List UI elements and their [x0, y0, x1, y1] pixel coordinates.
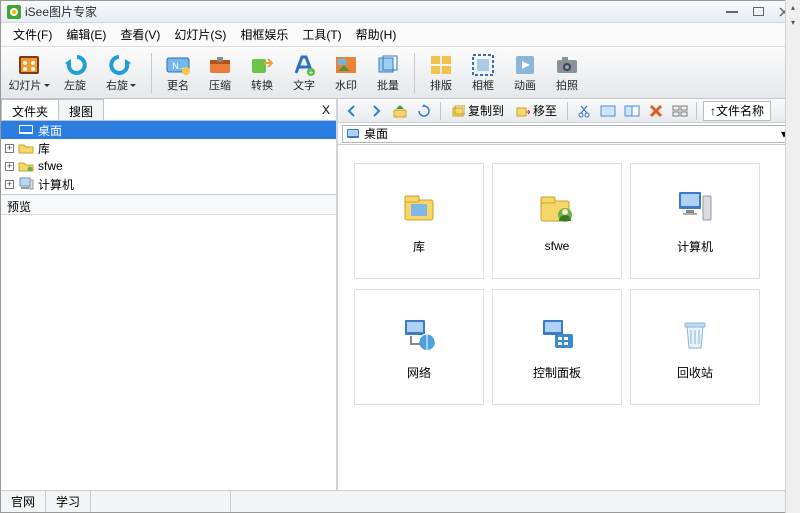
toolbar-anim-button[interactable]: 动画 — [507, 50, 543, 96]
path-text: 桌面 — [364, 125, 388, 142]
folder-user-icon — [18, 159, 34, 173]
grid-item-5[interactable]: 回收站 — [630, 289, 760, 405]
rot-l-icon — [63, 53, 87, 77]
status-link-learn[interactable]: 学习 — [46, 491, 91, 512]
batch-icon — [376, 53, 400, 77]
tree-node-3[interactable]: +计算机 — [1, 175, 336, 193]
toolbar-batch-button[interactable]: 批量 — [370, 50, 406, 96]
status-bar: 官网 学习 — [1, 490, 799, 512]
item-grid: 库sfwe计算机网络控制面板回收站 — [338, 145, 799, 490]
toolbar-compress-button[interactable]: 压缩 — [202, 50, 238, 96]
menu-item-1[interactable]: 编辑(E) — [60, 24, 112, 45]
grid-item-4[interactable]: 控制面板 — [492, 289, 622, 405]
tabs-close-button[interactable]: X — [316, 99, 336, 120]
expander-icon — [5, 126, 14, 135]
menubar: 文件(F)编辑(E)查看(V)幻灯片(S)相框娱乐工具(T)帮助(H) — [1, 23, 799, 47]
left-tabs: 文件夹 搜图 X — [1, 99, 336, 121]
delete-button[interactable] — [646, 101, 666, 121]
svg-text:N..: N.. — [172, 61, 184, 71]
grid-item-1[interactable]: sfwe — [492, 163, 622, 279]
camera-icon — [555, 53, 579, 77]
maximize-button[interactable] — [749, 5, 767, 19]
libfolder-icon — [399, 188, 439, 228]
text-icon: + — [292, 53, 316, 77]
path-field[interactable]: 桌面 ▾ — [342, 125, 795, 143]
tree-node-2[interactable]: +sfwe — [1, 157, 336, 175]
nav-refresh-button[interactable] — [414, 101, 434, 121]
layout-icon — [429, 53, 453, 77]
screen-icon — [18, 123, 34, 137]
menu-item-3[interactable]: 幻灯片(S) — [168, 24, 232, 45]
recycle-icon — [675, 314, 715, 354]
toolbar-frame-button[interactable]: 相框 — [465, 50, 501, 96]
status-link-site[interactable]: 官网 — [1, 491, 46, 512]
path-bar: 桌面 ▾ — [338, 123, 799, 145]
folder-icon — [18, 141, 34, 155]
select-button[interactable] — [598, 101, 618, 121]
grid-item-2[interactable]: 计算机 — [630, 163, 760, 279]
menu-item-2[interactable]: 查看(V) — [114, 24, 166, 45]
grid-item-0[interactable]: 库 — [354, 163, 484, 279]
sort-dropdown[interactable]: ↑文件名称 — [703, 101, 771, 121]
compress-icon — [208, 53, 232, 77]
menu-item-6[interactable]: 帮助(H) — [350, 24, 403, 45]
nav-up-button[interactable] — [390, 101, 410, 121]
frame-icon — [471, 53, 495, 77]
tree-node-1[interactable]: +库 — [1, 139, 336, 157]
expander-icon[interactable]: + — [5, 144, 14, 153]
grid-item-3[interactable]: 网络 — [354, 289, 484, 405]
tab-search[interactable]: 搜图 — [58, 99, 104, 120]
toolbar-rotate-left-button[interactable]: 左旋 — [57, 50, 93, 96]
panel-icon — [537, 314, 577, 354]
path-icon — [346, 128, 360, 140]
toolbar-text-button[interactable]: +文字 — [286, 50, 322, 96]
titlebar: iSee图片专家 — [1, 1, 799, 23]
browser-toolbar: 复制到 移至 ↑文件名称 — [338, 99, 799, 123]
rename-icon: N.. — [166, 53, 190, 77]
toolbar-slideshow-button[interactable]: 幻灯片 — [7, 50, 51, 96]
net-icon — [399, 314, 439, 354]
pc-icon — [18, 177, 34, 191]
copy-to-button[interactable]: 复制到 — [447, 101, 508, 121]
menu-item-5[interactable]: 工具(T) — [296, 24, 347, 45]
rot-r-icon — [109, 53, 133, 77]
watermark-icon — [334, 53, 358, 77]
folder-tree[interactable]: 桌面+库+sfwe+计算机 ▴▾ — [1, 121, 336, 195]
convert-icon — [250, 53, 274, 77]
tab-folders[interactable]: 文件夹 — [1, 99, 59, 120]
tree-node-0[interactable]: 桌面 — [1, 121, 336, 139]
menu-item-4[interactable]: 相框娱乐 — [234, 24, 294, 45]
toolbar-convert-button[interactable]: 转换 — [244, 50, 280, 96]
preview-header: 预览 — [1, 195, 336, 215]
toolbar-layout-button[interactable]: 排版 — [423, 50, 459, 96]
film-icon — [17, 53, 41, 77]
menu-item-0[interactable]: 文件(F) — [7, 24, 58, 45]
toolbar-rename-button[interactable]: N..更名 — [160, 50, 196, 96]
main-toolbar: 幻灯片左旋右旋 N..更名压缩转换+文字水印批量排版相框动画拍照 — [1, 47, 799, 99]
app-icon — [7, 5, 21, 19]
nav-forward-button[interactable] — [366, 101, 386, 121]
cut-button[interactable] — [574, 101, 594, 121]
invert-select-button[interactable] — [622, 101, 642, 121]
toolbar-rotate-right-button[interactable]: 右旋 — [99, 50, 143, 96]
preview-pane — [1, 215, 336, 490]
nav-back-button[interactable] — [342, 101, 362, 121]
right-panel: 复制到 移至 ↑文件名称 桌面 ▾ 库sfwe计算机网络控制面板回收站 — [338, 99, 799, 490]
userfolder-icon — [537, 189, 577, 229]
svg-text:+: + — [309, 68, 314, 77]
expander-icon[interactable]: + — [5, 162, 14, 171]
view-mode-button[interactable] — [670, 101, 690, 121]
expander-icon[interactable]: + — [5, 180, 14, 189]
toolbar-camera-button[interactable]: 拍照 — [549, 50, 585, 96]
anim-icon — [513, 53, 537, 77]
toolbar-watermark-button[interactable]: 水印 — [328, 50, 364, 96]
minimize-button[interactable] — [723, 5, 741, 19]
window-title: iSee图片专家 — [25, 3, 723, 20]
pc-big-icon — [675, 188, 715, 228]
left-panel: 文件夹 搜图 X 桌面+库+sfwe+计算机 ▴▾ 预览 — [1, 99, 338, 490]
move-to-button[interactable]: 移至 — [512, 101, 561, 121]
